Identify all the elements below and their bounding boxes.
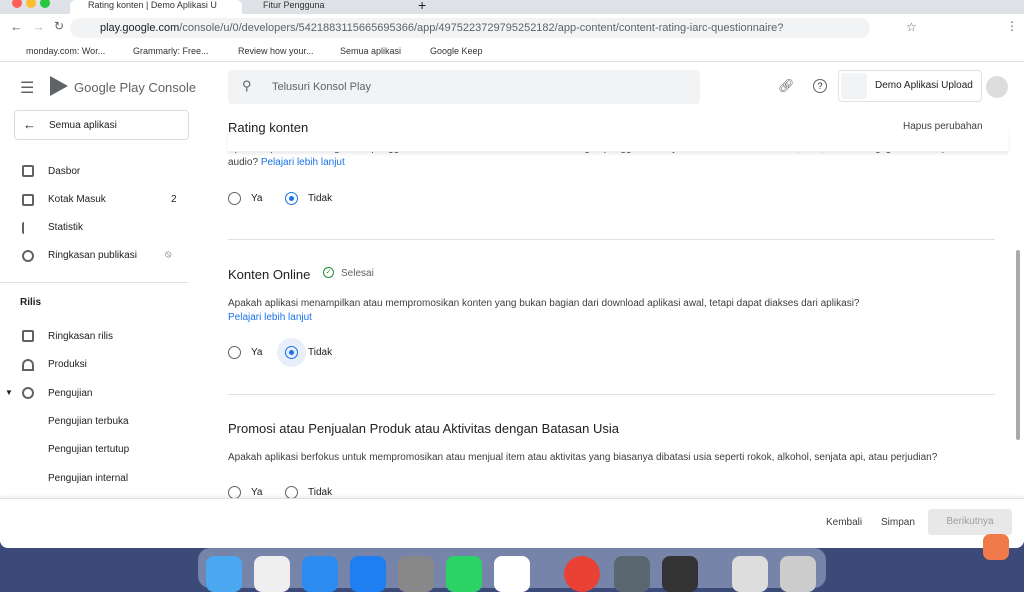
check-circle-icon: ✓ xyxy=(323,267,334,278)
section-title: Konten Online xyxy=(228,267,311,282)
browser-tab-bar: Rating konten | Demo Aplikasi U Fitur Pe… xyxy=(0,0,1024,14)
radio-q1-tidak[interactable] xyxy=(285,192,298,205)
sidebar-item-pengujian-tertutup[interactable]: Pengujian tertutup xyxy=(48,444,129,455)
sidebar-item-label: Ringkasan rilis xyxy=(48,331,114,342)
status-badge: Selesai xyxy=(341,268,374,279)
back-icon[interactable]: ← xyxy=(10,19,23,34)
sidebar-item-label: Pengujian xyxy=(48,388,93,399)
app-store-icon[interactable] xyxy=(350,556,386,592)
logo-text[interactable]: Google Play Console xyxy=(74,80,196,95)
all-apps-button[interactable]: ← Semua aplikasi xyxy=(14,110,189,140)
app-icon[interactable] xyxy=(614,556,650,592)
learn-more-link[interactable]: Pelajari lebih lanjut xyxy=(228,312,312,323)
new-tab-button[interactable]: + xyxy=(418,0,426,13)
sidebar-item-pengujian-internal[interactable]: Pengujian internal xyxy=(48,473,128,484)
publishing-off-icon[interactable]: ⦸ xyxy=(165,249,172,260)
sidebar-item-label: Ringkasan publikasi xyxy=(48,250,137,261)
app-selector[interactable]: Demo Aplikasi Upload xyxy=(838,70,982,102)
avatar[interactable] xyxy=(986,76,1008,98)
system-preferences-icon[interactable] xyxy=(398,556,434,592)
testing-icon xyxy=(22,387,34,399)
dashboard-icon xyxy=(22,165,34,177)
question-text: Apakah aplikasi berfokus untuk mempromos… xyxy=(228,452,938,463)
search-placeholder: Telusuri Konsol Play xyxy=(272,81,372,93)
whatsapp-icon[interactable] xyxy=(446,556,482,592)
tab-fitur-pengguna[interactable]: Fitur Pengguna xyxy=(245,0,405,14)
learn-more-link[interactable]: Pelajari lebih lanjut xyxy=(261,157,345,168)
search-input[interactable]: ⚲ Telusuri Konsol Play xyxy=(228,70,700,104)
sidebar-item-pengujian-terbuka[interactable]: Pengujian terbuka xyxy=(48,416,129,427)
scrollbar[interactable] xyxy=(1016,250,1020,440)
divider xyxy=(228,394,995,395)
radio-label: Tidak xyxy=(308,193,333,204)
bookmark[interactable]: Grammarly: Free... xyxy=(133,46,209,56)
link-icon[interactable]: 🔗︎ xyxy=(778,78,795,94)
search-icon: ⚲ xyxy=(242,78,252,93)
section-heading-rilis: Rilis xyxy=(20,297,42,308)
sidebar-item-label: Statistik xyxy=(48,222,84,233)
footer-bar: Kembali Simpan Berikutnya xyxy=(0,498,1024,548)
inbox-icon xyxy=(22,194,34,206)
bookmark[interactable]: Review how your... xyxy=(238,46,314,56)
next-button[interactable]: Berikutnya xyxy=(928,509,1012,535)
save-button[interactable]: Simpan xyxy=(881,517,915,528)
trash-icon[interactable] xyxy=(780,556,816,592)
question-2: Apakah aplikasi menampilkan atau memprom… xyxy=(228,297,968,325)
play-console-app: ☰ Google Play Console ⚲ Telusuri Konsol … xyxy=(0,62,1024,548)
chrome-icon[interactable] xyxy=(564,556,600,592)
radio-label: Ya xyxy=(251,193,263,204)
history-icon xyxy=(22,250,34,262)
sidebar-item-label: Produksi xyxy=(48,359,87,370)
menu-icon[interactable]: ⋮ xyxy=(1006,19,1018,33)
bookmark-star-icon[interactable]: ☆ xyxy=(906,20,917,34)
sidebar-item-label: Dasbor xyxy=(48,166,81,177)
radio-q2-tidak[interactable] xyxy=(285,346,298,359)
recorder-app-icon[interactable] xyxy=(983,534,1009,560)
finder-icon[interactable] xyxy=(206,556,242,592)
all-apps-label: Semua aplikasi xyxy=(49,120,117,131)
bookmarks-bar: monday.com: Wor... Grammarly: Free... Re… xyxy=(0,42,1024,62)
bookmark[interactable]: Google Keep xyxy=(430,46,483,56)
reload-icon[interactable]: ↻ xyxy=(54,19,64,33)
forward-icon[interactable]: → xyxy=(32,19,45,34)
radio-q2-ya[interactable] xyxy=(228,346,241,359)
play-console-logo-icon xyxy=(50,76,68,96)
radio-label: Ya xyxy=(251,347,263,358)
release-overview-icon xyxy=(22,330,34,342)
page-title: Rating konten xyxy=(228,120,309,135)
preview-icon[interactable] xyxy=(732,556,768,592)
inbox-count-badge: 2 xyxy=(171,194,177,205)
help-icon[interactable]: ? xyxy=(813,79,827,93)
back-button[interactable]: Kembali xyxy=(826,517,862,528)
app-name: Demo Aplikasi Upload xyxy=(875,80,973,91)
url-input[interactable]: play.google.com/console/u/0/developers/5… xyxy=(70,18,870,54)
arrow-back-icon: ← xyxy=(23,117,36,132)
expand-arrow-icon[interactable]: ▼ xyxy=(5,388,13,397)
bar-chart-icon xyxy=(22,222,34,234)
slack-icon[interactable] xyxy=(494,556,530,592)
bookmark[interactable]: Semua aplikasi xyxy=(340,46,401,56)
production-icon xyxy=(22,359,34,371)
radio-label: Tidak xyxy=(308,487,333,498)
tab-rating-konten[interactable]: Rating konten | Demo Aplikasi U xyxy=(70,0,242,14)
bookmark[interactable]: monday.com: Wor... xyxy=(26,46,105,56)
android-icon xyxy=(841,73,867,99)
launchpad-icon[interactable] xyxy=(254,556,290,592)
divider xyxy=(0,282,188,283)
radio-label: Ya xyxy=(251,487,263,498)
discard-changes-button[interactable]: Hapus perubahan xyxy=(903,121,983,132)
radio-q1-ya[interactable] xyxy=(228,192,241,205)
question-text: Apakah aplikasi menampilkan atau memprom… xyxy=(228,298,860,309)
radio-label: Tidak xyxy=(308,347,333,358)
hamburger-menu-icon[interactable]: ☰ xyxy=(20,78,34,98)
window-controls[interactable] xyxy=(12,0,52,10)
sidebar-item-label: Kotak Masuk xyxy=(48,194,106,205)
quicktime-icon[interactable] xyxy=(662,556,698,592)
section-title: Promosi atau Penjualan Produk atau Aktiv… xyxy=(228,421,619,436)
divider xyxy=(228,239,995,240)
safari-icon[interactable] xyxy=(302,556,338,592)
